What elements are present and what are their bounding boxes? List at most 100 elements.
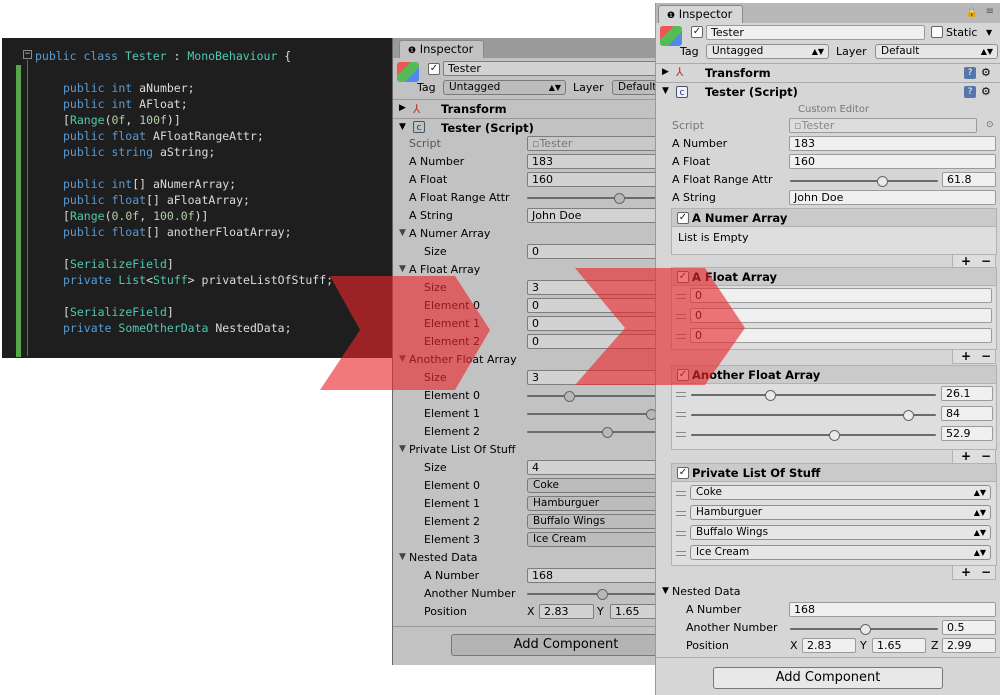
list-size-field[interactable]: 4 [527,460,662,475]
float-element-field[interactable]: 0 [527,316,662,331]
nested-data-foldout[interactable]: Nested Data [672,583,741,600]
another-element-slider-thumb[interactable] [765,390,776,401]
tab-inspector[interactable]: ❶ Inspector [658,5,744,23]
another-element-slider-thumb[interactable] [829,430,840,441]
transform-header[interactable]: Transform [705,64,771,82]
plus-button[interactable]: + [961,450,971,462]
drag-handle-icon[interactable] [676,491,686,496]
drag-handle-icon[interactable] [676,551,686,556]
a-number-field[interactable]: 183 [527,154,662,169]
another-number-field[interactable]: 0.5 [942,620,996,635]
another-element-field[interactable]: 84 [941,406,993,421]
drag-handle-icon[interactable] [676,531,686,536]
collapse-toggle[interactable]: − [23,50,32,59]
foldout-arrow-icon[interactable]: ▼ [399,549,406,566]
another-element-slider-thumb[interactable] [903,410,914,421]
minus-button[interactable]: − [981,350,991,362]
nested-a-number-field[interactable]: 168 [527,568,662,583]
range-value-field[interactable]: 61.8 [942,172,996,187]
menu-icon[interactable]: ≡ [986,6,994,17]
plus-button[interactable]: + [961,255,971,267]
add-component-button[interactable]: Add Component [713,667,943,689]
plus-button[interactable]: + [961,566,971,578]
minus-button[interactable]: − [981,450,991,462]
gear-icon[interactable]: ⚙ [981,83,991,100]
add-component-button[interactable]: Add Component [451,634,662,656]
a-number-field[interactable]: 183 [789,136,996,151]
active-checkbox[interactable]: ✓ [428,63,440,75]
drag-handle-icon[interactable] [676,412,686,417]
numer-size-field[interactable]: 0 [527,244,662,259]
another-element-slider-thumb[interactable] [564,391,575,402]
static-checkbox[interactable] [931,26,943,38]
checkbox-icon[interactable]: ✓ [677,369,689,381]
a-string-field[interactable]: John Doe [789,190,996,205]
object-name-field[interactable]: Tester [443,61,662,76]
help-icon[interactable]: ? [964,86,976,98]
another-size-field[interactable]: 3 [527,370,662,385]
drag-handle-icon[interactable] [676,392,686,397]
another-element-slider-track[interactable] [527,431,662,433]
object-name-field[interactable]: Tester [706,25,925,40]
help-icon[interactable]: ? [964,67,976,79]
list-item-dropdown[interactable]: Hamburguer [527,496,662,511]
another-element-slider-track[interactable] [691,394,936,396]
another-element-slider-track[interactable] [691,414,936,416]
list-item-dropdown[interactable]: Hamburguer ▲▼ [690,505,991,520]
nested-a-number-field[interactable]: 168 [789,602,996,617]
position-y-field[interactable]: 1.65 [872,638,926,653]
foldout-arrow-icon[interactable]: ▼ [399,119,406,136]
tag-dropdown[interactable]: Untagged ▲▼ [443,80,566,95]
plus-button[interactable]: + [961,350,971,362]
script-header[interactable]: Tester (Script) [705,83,798,101]
drag-handle-icon[interactable] [676,511,686,516]
range-slider-track[interactable] [527,197,662,199]
float-element-field[interactable]: 0 [690,328,992,343]
gear-icon[interactable]: ⚙ [981,64,991,81]
list-item-dropdown[interactable]: Buffalo Wings [527,514,662,529]
foldout-arrow-icon[interactable]: ▼ [662,83,669,100]
another-number-slider-thumb[interactable] [597,589,608,600]
foldout-arrow-icon[interactable]: ▼ [399,261,406,278]
a-float-field[interactable]: 160 [527,172,662,187]
checkbox-icon[interactable]: ✓ [677,271,689,283]
another-element-field[interactable]: 52.9 [941,426,993,441]
another-number-slider-track[interactable] [527,593,662,595]
layer-dropdown[interactable]: Default ▲▼ [875,44,998,59]
float-element-field[interactable]: 0 [527,334,662,349]
transform-header[interactable]: Transform [441,100,507,118]
foldout-arrow-icon[interactable]: ▶ [662,64,669,81]
range-slider-track[interactable] [790,180,938,182]
float-size-field[interactable]: 3 [527,280,662,295]
drag-handle-icon[interactable] [676,432,686,437]
list-item-dropdown[interactable]: Buffalo Wings ▲▼ [690,525,991,540]
another-element-slider-track[interactable] [691,434,936,436]
checkbox-icon[interactable]: ✓ [677,467,689,479]
another-element-slider-track[interactable] [527,413,662,415]
a-float-field[interactable]: 160 [789,154,996,169]
foldout-arrow-icon[interactable]: ▼ [399,351,406,368]
foldout-arrow-icon[interactable]: ▶ [399,100,406,117]
float-element-field[interactable]: 0 [690,288,992,303]
static-dropdown-icon[interactable]: ▼ [986,24,992,41]
range-slider-thumb[interactable] [877,176,888,187]
script-header[interactable]: Tester (Script) [441,119,534,137]
another-element-field[interactable]: 26.1 [941,386,993,401]
another-element-slider-thumb[interactable] [602,427,613,438]
float-element-field[interactable]: 0 [690,308,992,323]
list-item-dropdown[interactable]: Coke [527,478,662,493]
object-picker-icon[interactable]: ⊙ [986,117,994,134]
list-item-dropdown[interactable]: Ice Cream [527,532,662,547]
foldout-arrow-icon[interactable]: ▼ [399,225,406,242]
another-number-slider-thumb[interactable] [860,624,871,635]
a-string-field[interactable]: John Doe [527,208,662,223]
list-item-dropdown[interactable]: Coke ▲▼ [690,485,991,500]
position-z-field[interactable]: 2.99 [942,638,996,653]
position-x-field[interactable]: 2.83 [802,638,856,653]
drag-handle-icon[interactable] [676,294,686,299]
drag-handle-icon[interactable] [676,314,686,319]
drag-handle-icon[interactable] [676,334,686,339]
range-slider-thumb[interactable] [614,193,625,204]
tag-dropdown[interactable]: Untagged ▲▼ [706,44,829,59]
minus-button[interactable]: − [981,255,991,267]
